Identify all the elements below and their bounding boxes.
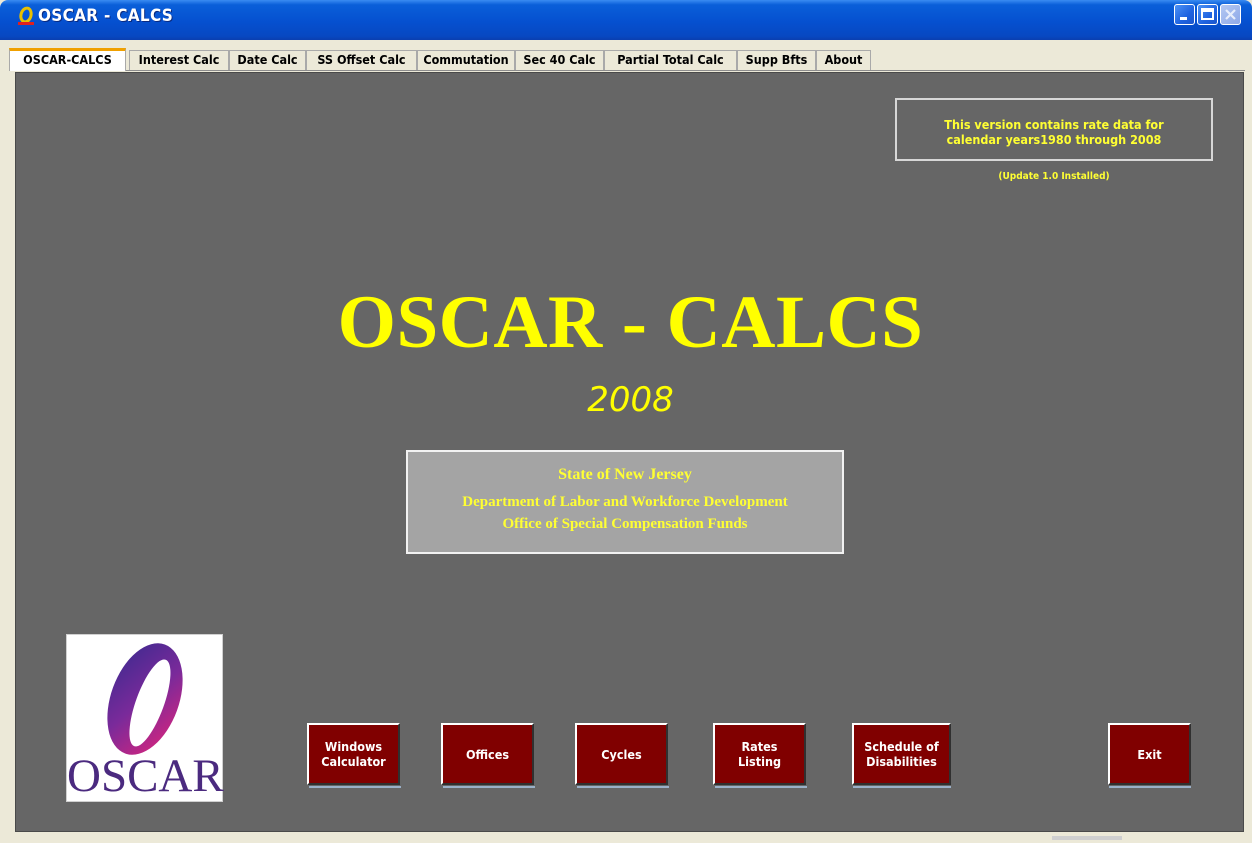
cycles-button[interactable]: Cycles [575,723,668,785]
oscar-logo: OSCAR [66,634,224,802]
windows-calculator-label-2: Calculator [321,754,386,769]
rates-listing-label-1: Rates [741,739,778,754]
oscar-o-emblem [107,643,183,755]
tab-commutation[interactable]: Commutation [417,50,515,70]
rate-data-line2: calendar years1980 through 2008 [946,132,1162,147]
update-status: (Update 1.0 Installed) [998,171,1110,182]
window-title: OSCAR - CALCS [38,6,174,26]
agency-office: Office of Special Compensation Funds [502,516,748,532]
minimize-button[interactable] [1174,4,1195,25]
app-window: OSCAR - CALCS OSCAR-CALCS Interest Calc … [0,0,1252,843]
tab-supp-bfts[interactable]: Supp Bfts [737,50,816,70]
schedule-of-disabilities-label-1: Schedule of [864,739,939,754]
logo-wordmark: OSCAR [67,750,224,802]
agency-state: State of New Jersey [558,466,692,483]
rates-listing-button[interactable]: Rates Listing [713,723,806,785]
tab-oscar-calcs[interactable]: OSCAR-CALCS [9,48,126,71]
version-year: 2008 [587,380,674,420]
windows-calculator-button[interactable]: Windows Calculator [307,723,400,785]
exit-label: Exit [1137,746,1162,762]
tab-interest-calc[interactable]: Interest Calc [129,50,229,70]
tab-about[interactable]: About [816,50,871,70]
rate-data-info: This version contains rate data for cale… [895,98,1213,161]
schedule-of-disabilities-label-2: Disabilities [866,754,937,769]
rates-listing-label-2: Listing [738,754,781,769]
main-panel: This version contains rate data for cale… [15,72,1244,832]
rate-data-line1: This version contains rate data for [944,117,1164,132]
tab-ss-offset-calc[interactable]: SS Offset Calc [306,50,417,70]
close-icon [1225,9,1236,20]
oscar-app-icon [18,6,34,25]
maximize-button[interactable] [1197,4,1218,25]
maximize-icon [1201,8,1214,20]
offices-label: Offices [465,746,510,762]
app-heading: OSCAR - CALCS [337,281,924,364]
offices-button[interactable]: Offices [441,723,534,785]
agency-info-panel: State of New Jersey Department of Labor … [406,450,844,554]
tab-date-calc[interactable]: Date Calc [229,50,306,70]
exit-button[interactable]: Exit [1108,723,1191,785]
tab-strip: OSCAR-CALCS Interest Calc Date Calc SS O… [9,48,1245,71]
minimize-icon [1180,17,1187,20]
agency-department: Department of Labor and Workforce Develo… [462,494,788,510]
cycles-label: Cycles [601,746,642,762]
tab-partial-total-calc[interactable]: Partial Total Calc [604,50,737,70]
tab-sec-40-calc[interactable]: Sec 40 Calc [515,50,604,70]
title-bar[interactable]: OSCAR - CALCS [0,0,1252,40]
status-indicator [1052,836,1122,840]
schedule-of-disabilities-button[interactable]: Schedule of Disabilities [852,723,951,785]
windows-calculator-label-1: Windows [324,739,383,754]
close-button[interactable] [1220,4,1241,25]
